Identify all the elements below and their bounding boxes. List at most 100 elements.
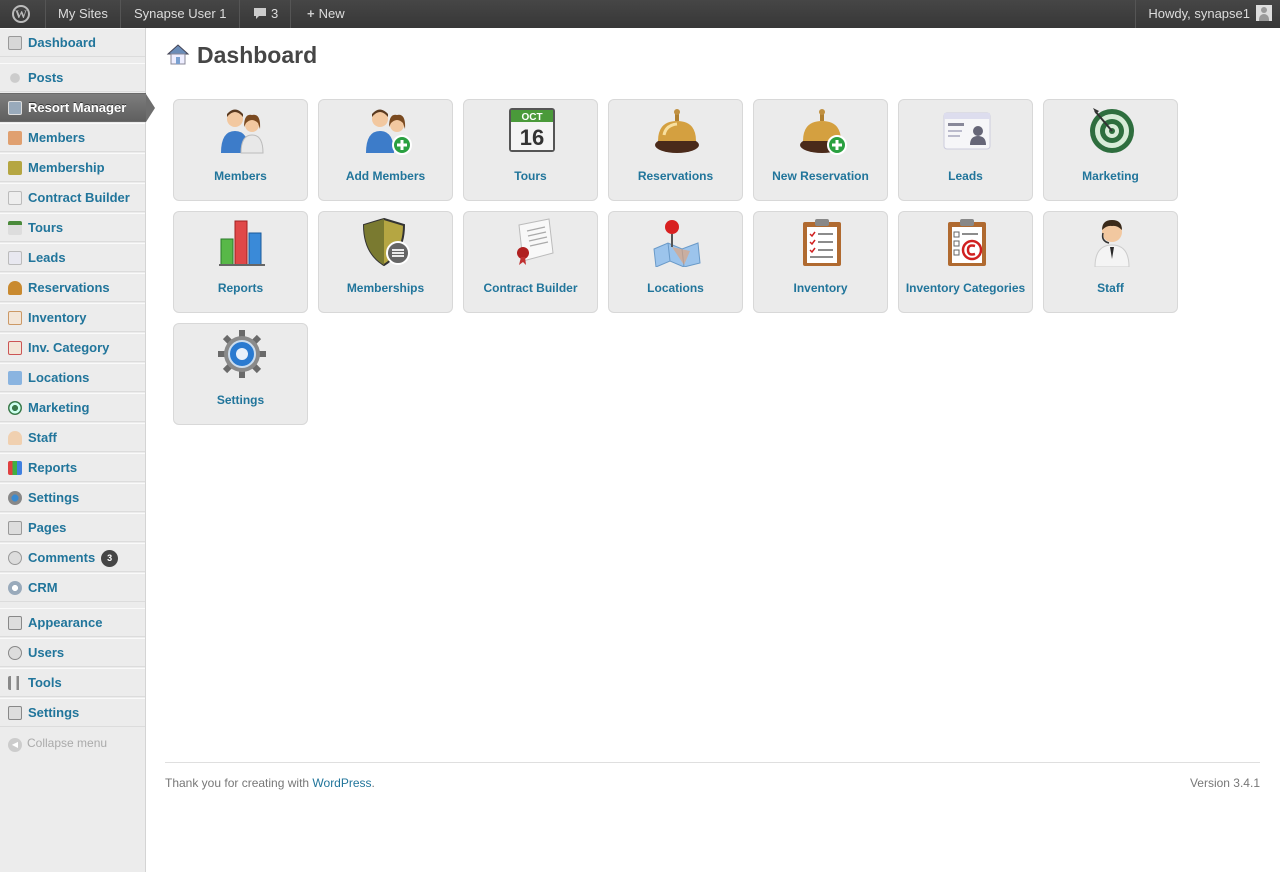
sidebar-item-settings-rm[interactable]: Settings <box>0 483 145 512</box>
contract-icon <box>8 191 22 205</box>
tile-members[interactable]: Members <box>173 99 308 201</box>
sidebar-item-locations[interactable]: Locations <box>0 363 145 392</box>
map-icon <box>8 371 22 385</box>
add-members-icon <box>366 109 412 155</box>
new-content-link[interactable]: + New <box>295 0 357 28</box>
sidebar-item-label: Settings <box>28 705 80 720</box>
sidebar-item-label: Settings <box>28 490 80 505</box>
tile-marketing[interactable]: Marketing <box>1043 99 1178 201</box>
comments-link[interactable]: 3 <box>241 0 292 28</box>
clipboard-category-icon <box>948 219 986 266</box>
footer-thanks: Thank you for creating with <box>165 776 313 790</box>
comment-bubble-icon <box>254 8 266 19</box>
id-card-icon <box>943 112 991 150</box>
sidebar-item-members[interactable]: Members <box>0 123 145 152</box>
collapse-label: Collapse menu <box>27 736 108 750</box>
wordpress-logo-button[interactable]: W <box>0 0 46 28</box>
sidebar-item-pages[interactable]: Pages <box>0 513 145 542</box>
sidebar-item-resort-manager[interactable]: Resort Manager <box>0 93 155 122</box>
footer-version: Version 3.4.1 <box>1189 776 1260 790</box>
calendar-month: OCT <box>521 112 542 123</box>
tile-reports[interactable]: Reports <box>173 211 308 313</box>
tile-label: Reservations <box>637 169 714 183</box>
pin-icon <box>10 73 20 83</box>
tile-label: New Reservation <box>772 169 869 183</box>
bar-chart-icon <box>219 220 265 266</box>
appearance-icon <box>8 616 22 630</box>
new-reservation-icon <box>800 109 847 155</box>
sidebar-item-settings[interactable]: Settings <box>0 698 145 727</box>
sidebar-item-inventory[interactable]: Inventory <box>0 303 145 332</box>
tile-add-members[interactable]: Add Members <box>318 99 453 201</box>
wordpress-link[interactable]: WordPress <box>312 776 371 790</box>
sidebar-item-label: Posts <box>28 70 64 85</box>
sidebar-item-contract-builder[interactable]: Contract Builder <box>0 183 145 212</box>
sidebar-item-reports[interactable]: Reports <box>0 453 145 482</box>
sidebar-item-label: Dashboard <box>28 35 96 50</box>
plus-icon: + <box>307 6 315 21</box>
tile-tours[interactable]: OCT 16 Tours <box>463 99 598 201</box>
sidebar-item-dashboard[interactable]: Dashboard <box>0 28 145 57</box>
footer-credit: Thank you for creating with WordPress. <box>165 776 375 790</box>
calendar-day: 16 <box>520 125 544 150</box>
tile-label: Inventory Categories <box>905 281 1026 295</box>
tile-locations[interactable]: Locations <box>608 211 743 313</box>
sidebar-item-label: CRM <box>28 580 58 595</box>
pages-icon <box>8 521 22 535</box>
members-icon <box>221 109 264 154</box>
comments-count: 3 <box>271 6 279 21</box>
sidebar-item-label: Comments <box>28 550 96 565</box>
sidebar-item-tours[interactable]: Tours <box>0 213 145 242</box>
target-icon <box>1090 108 1134 153</box>
sidebar-item-label: Staff <box>28 430 57 445</box>
sidebar-item-crm[interactable]: CRM <box>0 573 145 602</box>
my-sites-link[interactable]: My Sites <box>46 0 121 28</box>
tile-inventory[interactable]: Inventory <box>753 211 888 313</box>
avatar-icon <box>1256 5 1272 21</box>
shield-icon <box>362 217 410 267</box>
tile-leads[interactable]: Leads <box>898 99 1033 201</box>
sidebar-item-marketing[interactable]: Marketing <box>0 393 145 422</box>
site-name-link[interactable]: Synapse User 1 <box>122 0 240 28</box>
tile-reservations[interactable]: Reservations <box>608 99 743 201</box>
sidebar-item-inv-category[interactable]: Inv. Category <box>0 333 145 362</box>
page-title: Dashboard <box>197 42 318 68</box>
collapse-menu-button[interactable]: ◀ Collapse menu <box>8 736 107 752</box>
sidebar-item-posts[interactable]: Posts <box>0 63 145 92</box>
tile-settings[interactable]: Settings <box>173 323 308 425</box>
sidebar-item-label: Reservations <box>28 280 110 295</box>
chart-icon <box>8 461 22 475</box>
sidebar-item-membership[interactable]: Membership <box>0 153 145 182</box>
sidebar-item-label: Locations <box>28 370 90 385</box>
tile-memberships[interactable]: Memberships <box>318 211 453 313</box>
bell-icon <box>655 109 699 153</box>
tile-label: Staff <box>1097 281 1124 295</box>
sidebar-item-users[interactable]: Users <box>0 638 145 667</box>
tile-new-reservation[interactable]: New Reservation <box>753 99 888 201</box>
clipboard-icon <box>8 311 22 325</box>
admin-sidebar: Dashboard Posts Resort Manager Members M… <box>0 28 155 872</box>
tile-inventory-categories[interactable]: Inventory Categories <box>898 211 1033 313</box>
sidebar-item-leads[interactable]: Leads <box>0 243 145 272</box>
tile-label: Marketing <box>1082 169 1139 183</box>
comments-badge: 3 <box>101 550 119 567</box>
tile-staff[interactable]: Staff <box>1043 211 1178 313</box>
sidebar-item-comments[interactable]: Comments 3 <box>0 543 145 572</box>
tile-contract-builder[interactable]: Contract Builder <box>463 211 598 313</box>
sidebar-item-appearance[interactable]: Appearance <box>0 608 145 637</box>
sidebar-item-staff[interactable]: Staff <box>0 423 145 452</box>
collapse-arrow-icon: ◀ <box>8 738 22 752</box>
target-icon <box>8 401 22 415</box>
sidebar-item-label: Pages <box>28 520 67 535</box>
staff-icon <box>8 431 22 445</box>
sidebar-item-reservations[interactable]: Reservations <box>0 273 145 302</box>
membership-icon <box>8 161 22 175</box>
leads-icon <box>8 251 22 265</box>
sidebar-item-label: Appearance <box>28 615 103 630</box>
sidebar-item-tools[interactable]: Tools <box>0 668 145 697</box>
sidebar-item-label: Membership <box>28 160 105 175</box>
crm-icon <box>8 581 22 595</box>
my-account-link[interactable]: Howdy, synapse1 <box>1135 0 1280 28</box>
tile-label: Add Members <box>345 169 426 183</box>
tools-icon <box>8 676 22 690</box>
